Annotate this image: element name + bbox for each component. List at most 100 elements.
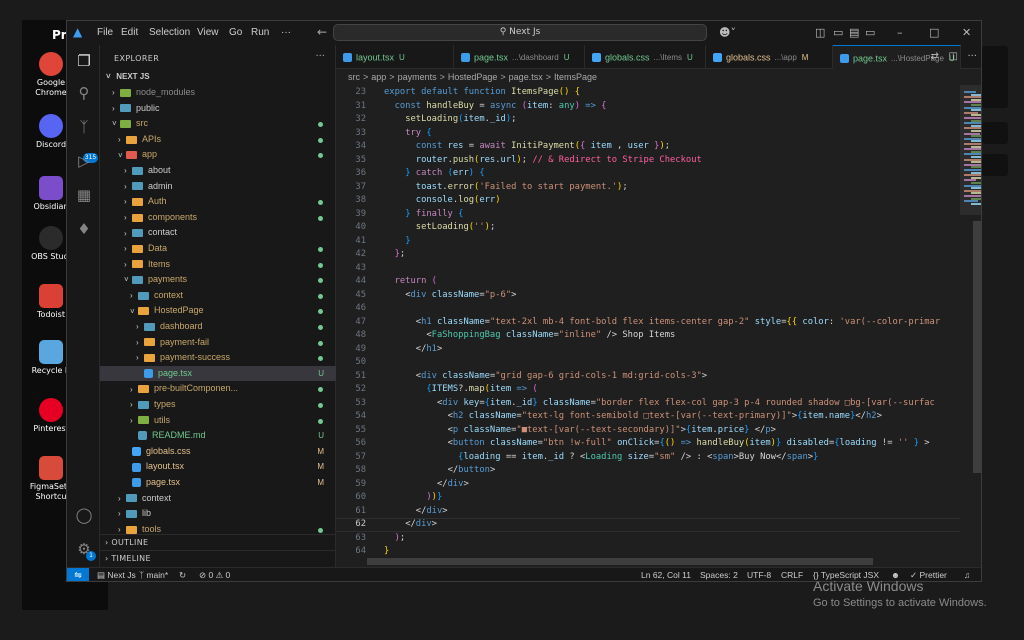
branch-status[interactable]: ᛉ main*: [139, 568, 168, 581]
tree-folder[interactable]: ˅ src: [100, 116, 336, 132]
search-icon[interactable]: ⚲: [74, 83, 94, 103]
git-status-dot: [318, 278, 323, 284]
tree-folder[interactable]: › contact: [100, 225, 336, 241]
tree-folder[interactable]: › Data: [100, 241, 336, 257]
command-center-search[interactable]: ⚲ Next Js: [333, 24, 707, 41]
tree-folder[interactable]: › dashboard: [100, 319, 336, 335]
tree-item-label: public: [136, 102, 160, 113]
tree-file[interactable]: layout.tsx M: [100, 459, 336, 475]
toggle-sidebar-icon[interactable]: ▭: [833, 26, 843, 39]
more-actions-icon[interactable]: ···: [967, 51, 977, 62]
workspace-root[interactable]: ˅ NEXT JS: [100, 69, 336, 85]
timeline-section[interactable]: › TIMELINE: [100, 550, 336, 566]
tree-folder[interactable]: › context: [100, 288, 336, 304]
code-token: await: [479, 141, 512, 151]
outline-section[interactable]: › OUTLINE: [100, 534, 336, 550]
activity-bar: ❐ ⚲ ᛉ 315 ▷ ▦ ♦ ◯ ⚙ 1: [67, 45, 100, 581]
copilot-icon[interactable]: ☻˅: [719, 26, 736, 39]
problems-status[interactable]: ⊘ 0 ⚠ 0: [199, 568, 230, 581]
code-token: className: [542, 397, 591, 408]
tree-file[interactable]: page.tsx M: [100, 475, 336, 491]
source-control-icon[interactable]: ᛉ: [74, 117, 94, 137]
tree-folder[interactable]: › lib: [100, 506, 336, 522]
python-icon[interactable]: ♦: [74, 219, 94, 239]
line-number: 58: [355, 465, 366, 475]
code-token: ;: [399, 249, 406, 259]
tree-folder[interactable]: › utils: [100, 413, 336, 429]
menu-run[interactable]: Run: [251, 27, 269, 38]
code-token: ItemsPage: [511, 87, 559, 97]
layout-customize-icon[interactable]: ◫: [815, 26, 825, 39]
menu-edit[interactable]: Edit: [121, 27, 138, 38]
code-token: console: [415, 195, 453, 205]
back-arrow-icon[interactable]: ←: [317, 25, 327, 39]
tab-globals-css[interactable]: globals.css ...\Items U: [585, 45, 706, 69]
code-text: } catch (err) {: [384, 167, 484, 181]
remote-icon[interactable]: ⇋: [67, 568, 89, 581]
tree-folder[interactable]: › payment-fail: [100, 335, 336, 351]
tree-file[interactable]: globals.css M: [100, 444, 336, 460]
tree-folder[interactable]: ˅ payments: [100, 272, 336, 288]
css-file-icon: [592, 53, 601, 63]
sync-icon[interactable]: ↻: [179, 568, 186, 581]
menu-file[interactable]: File: [97, 27, 113, 38]
tree-folder[interactable]: › Items: [100, 257, 336, 273]
tree-folder[interactable]: › components: [100, 210, 336, 226]
breadcrumb-item[interactable]: app: [371, 72, 386, 82]
tree-folder[interactable]: ˅ HostedPage: [100, 303, 336, 319]
menu-selection[interactable]: Selection: [149, 27, 190, 38]
explorer-icon[interactable]: ❐: [74, 51, 94, 71]
breadcrumb-item[interactable]: HostedPage: [448, 72, 498, 82]
account-icon[interactable]: ◯: [74, 505, 94, 525]
tree-folder[interactable]: ˅ app: [100, 147, 336, 163]
tree-file[interactable]: page.tsx U: [100, 365, 336, 382]
toggle-secondary-sidebar-icon[interactable]: ▭: [865, 26, 875, 39]
tree-folder[interactable]: › payment-success: [100, 350, 336, 366]
close-icon[interactable]: ✕: [962, 26, 971, 39]
code-text: export default function ItemsPage() {: [384, 86, 580, 100]
breadcrumb-item[interactable]: src: [348, 72, 360, 82]
menu-more[interactable]: ···: [281, 27, 291, 38]
tree-folder[interactable]: › types: [100, 397, 336, 413]
toggle-panel-icon[interactable]: ▤: [849, 26, 859, 39]
tree-folder[interactable]: › public: [100, 101, 336, 117]
code-line: 59 </div>: [336, 478, 960, 492]
tab-page-tsx[interactable]: page.tsx ...\dashboard U: [454, 45, 585, 69]
maximize-icon[interactable]: □: [929, 26, 939, 39]
tree-folder[interactable]: › admin: [100, 179, 336, 195]
eol-status[interactable]: CRLF: [781, 568, 803, 581]
minimize-icon[interactable]: –: [897, 26, 903, 39]
tree-folder[interactable]: › about: [100, 163, 336, 179]
tree-file[interactable]: README.md U: [100, 428, 336, 444]
minimap-line: [971, 202, 981, 205]
menu-go[interactable]: Go: [229, 27, 242, 38]
vertical-scrollbar[interactable]: [973, 221, 981, 473]
breadcrumb-item[interactable]: page.tsx: [509, 72, 543, 82]
breadcrumb-item[interactable]: ItemsPage: [554, 72, 597, 82]
workspace-status[interactable]: ▤ Next Js: [97, 568, 136, 581]
indentation-status[interactable]: Spaces: 2: [700, 568, 738, 581]
breadcrumb-item[interactable]: payments: [398, 72, 437, 82]
menu-view[interactable]: View: [197, 27, 219, 38]
split-editor-icon[interactable]: ◫: [948, 51, 957, 62]
horizontal-scrollbar[interactable]: [367, 558, 873, 565]
tab-globals-css[interactable]: globals.css ...\app M: [706, 45, 833, 69]
tree-folder[interactable]: › pre-builtComponen...: [100, 381, 336, 397]
tree-folder[interactable]: › node_modules: [100, 85, 336, 101]
tree-item-label: globals.css: [146, 445, 191, 456]
encoding-status[interactable]: UTF-8: [747, 568, 771, 581]
compare-icon[interactable]: ⇄: [931, 51, 939, 62]
explorer-more-icon[interactable]: ···: [315, 51, 325, 62]
code-line: 58 </button>: [336, 464, 960, 478]
run-debug-icon[interactable]: ▷: [74, 151, 94, 171]
code-token: try: [405, 127, 427, 138]
cursor-position[interactable]: Ln 62, Col 11: [641, 568, 691, 581]
extensions-icon[interactable]: ▦: [74, 185, 94, 205]
tree-folder[interactable]: › APIs: [100, 132, 336, 148]
tree-folder[interactable]: › context: [100, 491, 336, 507]
code-editor[interactable]: 23 export default function ItemsPage() {3…: [336, 85, 960, 567]
tab-layout-tsx[interactable]: layout.tsx U: [336, 45, 454, 69]
tree-folder[interactable]: › Auth: [100, 194, 336, 210]
